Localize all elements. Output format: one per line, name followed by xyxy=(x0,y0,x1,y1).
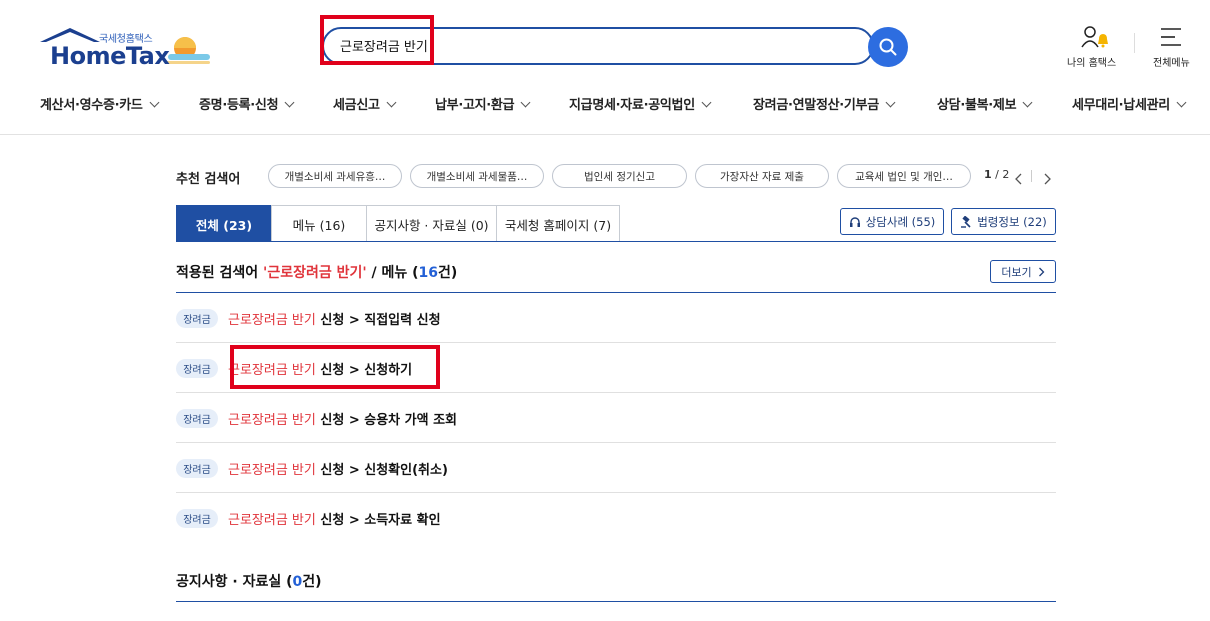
section-suffix: 건) xyxy=(438,265,458,281)
result-path: 신청 > 소득자료 확인 xyxy=(315,513,441,528)
result-count: 16 xyxy=(418,265,439,281)
chevron-right-icon xyxy=(1038,267,1045,276)
user-bell-icon xyxy=(1081,26,1108,48)
annotation-highlight-search xyxy=(320,15,434,65)
law-info-label: 법령정보 (22) xyxy=(977,214,1047,229)
my-hometax-button[interactable]: 나의 홈택스 xyxy=(1067,25,1120,69)
chevron-left-icon xyxy=(1015,173,1022,185)
pager-prev-button[interactable] xyxy=(1014,170,1024,185)
gnb-item-payment[interactable]: 납부·고지·환급 xyxy=(435,94,531,113)
pager-total: / 2 xyxy=(995,168,1010,181)
my-hometax-label: 나의 홈택스 xyxy=(1067,58,1117,69)
category-badge: 장려금 xyxy=(176,309,218,328)
header-divider-line xyxy=(0,134,1210,135)
gnb-item-agent[interactable]: 세무대리·납세관리 xyxy=(1072,94,1187,113)
chevron-down-icon xyxy=(386,97,397,108)
headset-icon xyxy=(849,216,860,227)
chevron-down-icon xyxy=(520,97,531,108)
all-menu-label: 전체메뉴 xyxy=(1153,58,1190,69)
search-term: '근로장려금 반기' xyxy=(263,265,367,281)
result-link[interactable]: 근로장려금 반기 신청 > 직접입력 신청 xyxy=(228,309,441,328)
result-highlight: 근로장려금 반기 xyxy=(228,313,316,328)
category-badge: 장려금 xyxy=(176,459,218,478)
section-prefix: 적용된 검색어 xyxy=(176,265,264,281)
gnb-item-certificate[interactable]: 증명·등록·신청 xyxy=(199,94,295,113)
gnb-label: 증명·등록·신청 xyxy=(199,98,279,113)
recommend-chip[interactable]: 개별소비세 과세유흥… xyxy=(268,164,402,188)
chevron-down-icon xyxy=(885,97,896,108)
chevron-down-icon xyxy=(1022,97,1033,108)
recommend-label: 추천 검색어 xyxy=(176,172,241,187)
result-row[interactable]: 장려금 근로장려금 반기 신청 > 승용차 가액 조회 xyxy=(176,393,1056,443)
chevron-down-icon xyxy=(149,97,160,108)
result-path: 신청 > 승용차 가액 조회 xyxy=(315,413,458,428)
gnb-label: 장려금·연말정산·기부금 xyxy=(753,98,879,113)
annotation-highlight-result xyxy=(230,345,440,389)
gnb-label: 계산서·영수증·카드 xyxy=(40,98,143,113)
more-button[interactable]: 더보기 xyxy=(990,260,1056,283)
gnb-label: 세무대리·납세관리 xyxy=(1072,98,1170,113)
recommend-chip[interactable]: 교육세 법인 및 개인… xyxy=(837,164,971,188)
gnb-item-statement[interactable]: 지급명세·자료·공익법인 xyxy=(569,94,712,113)
gnb-label: 납부·고지·환급 xyxy=(435,98,515,113)
section-divider xyxy=(176,601,1056,602)
notice-section-title: 공지사항 · 자료실 (0건) xyxy=(176,571,322,591)
gnb-label: 상담·불복·제보 xyxy=(937,98,1017,113)
menu-section-title: 적용된 검색어 '근로장려금 반기' / 메뉴 (16건) xyxy=(176,262,457,282)
search-button[interactable] xyxy=(868,27,908,67)
tab-menu[interactable]: 메뉴 (16) xyxy=(271,205,367,242)
all-menu-button[interactable]: 전체메뉴 xyxy=(1150,25,1194,69)
result-highlight: 근로장려금 반기 xyxy=(228,413,316,428)
recommend-chip[interactable]: 가장자산 자료 제출 xyxy=(695,164,829,188)
counsel-cases-label: 상담사례 (55) xyxy=(865,214,936,229)
gavel-icon xyxy=(961,215,971,228)
recommend-chip[interactable]: 개별소비세 과세물품… xyxy=(410,164,544,188)
result-row[interactable]: 장려금 근로장려금 반기 신청 > 직접입력 신청 xyxy=(176,293,1056,343)
category-badge: 장려금 xyxy=(176,409,218,428)
law-info-button[interactable]: 법령정보 (22) xyxy=(951,208,1056,235)
category-badge: 장려금 xyxy=(176,509,218,528)
tab-notice[interactable]: 공지사항 · 자료실 (0) xyxy=(366,205,497,242)
gnb-item-tax-report[interactable]: 세금신고 xyxy=(333,94,397,113)
gnb-item-incentive[interactable]: 장려금·연말정산·기부금 xyxy=(753,94,896,113)
tab-nts-homepage[interactable]: 국세청 홈페이지 (7) xyxy=(496,205,620,242)
chevron-down-icon xyxy=(284,97,295,108)
hamburger-icon xyxy=(1161,28,1181,46)
result-link[interactable]: 근로장려금 반기 신청 > 신청확인(취소) xyxy=(228,459,448,478)
pager-divider xyxy=(1031,170,1032,182)
result-link[interactable]: 근로장려금 반기 신청 > 소득자료 확인 xyxy=(228,509,441,528)
gnb-label: 세금신고 xyxy=(333,98,380,113)
result-highlight: 근로장려금 반기 xyxy=(228,513,316,528)
section-prefix: 공지사항 · 자료실 ( xyxy=(176,574,293,590)
logo-title: HomeTax xyxy=(50,42,170,70)
tabs-underline xyxy=(176,241,1056,242)
counsel-cases-button[interactable]: 상담사례 (55) xyxy=(840,208,944,235)
gnb-item-consult[interactable]: 상담·불복·제보 xyxy=(937,94,1033,113)
section-suffix: 건) xyxy=(302,574,322,590)
result-highlight: 근로장려금 반기 xyxy=(228,463,316,478)
result-row[interactable]: 장려금 근로장려금 반기 신청 > 신청확인(취소) xyxy=(176,443,1056,493)
result-count: 0 xyxy=(292,574,303,590)
search-icon xyxy=(879,38,897,56)
section-mid: / 메뉴 ( xyxy=(366,265,419,281)
result-path: 신청 > 직접입력 신청 xyxy=(315,313,441,328)
result-row[interactable]: 장려금 근로장려금 반기 신청 > 소득자료 확인 xyxy=(176,493,1056,543)
recommend-chip[interactable]: 법인세 정기신고 xyxy=(552,164,687,188)
pager-current: 1 xyxy=(984,168,992,181)
recommend-pager: 1 / 2 xyxy=(984,168,1009,181)
result-path: 신청 > 신청확인(취소) xyxy=(315,463,448,478)
gnb-item-invoice[interactable]: 계산서·영수증·카드 xyxy=(40,94,160,113)
more-label: 더보기 xyxy=(1001,265,1032,279)
category-badge: 장려금 xyxy=(176,359,218,378)
result-link[interactable]: 근로장려금 반기 신청 > 승용차 가액 조회 xyxy=(228,409,457,428)
tab-all[interactable]: 전체 (23) xyxy=(176,205,272,242)
chevron-down-icon xyxy=(1176,97,1187,108)
header-divider xyxy=(1134,33,1135,53)
pager-next-button[interactable] xyxy=(1042,170,1052,185)
chevron-right-icon xyxy=(1044,173,1051,185)
gnb-label: 지급명세·자료·공익법인 xyxy=(569,98,695,113)
chevron-down-icon xyxy=(701,97,712,108)
